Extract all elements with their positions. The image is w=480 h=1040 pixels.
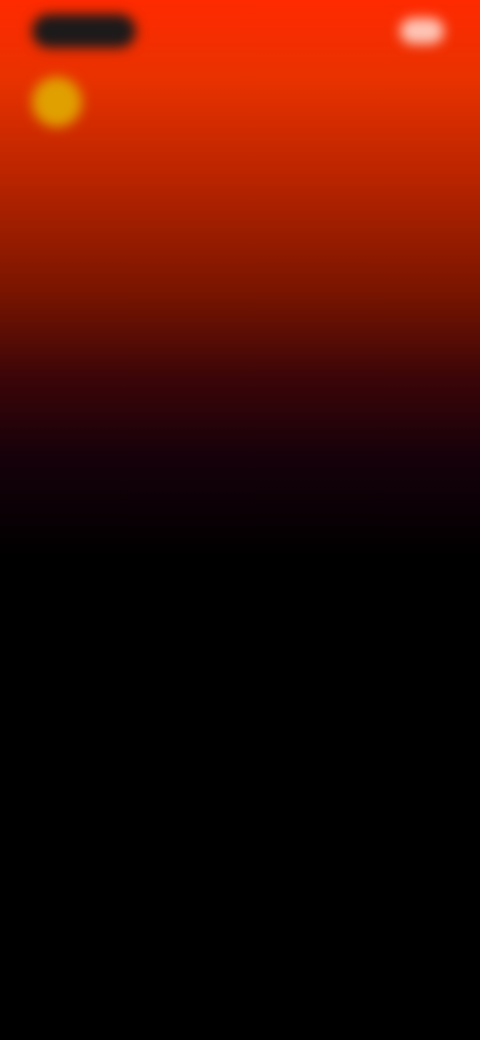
avatar <box>32 77 82 127</box>
hero-section <box>60 448 420 492</box>
top-right-button[interactable] <box>400 18 444 44</box>
top-bar <box>0 0 480 64</box>
blurred-content <box>0 0 480 1040</box>
top-right-controls <box>390 18 444 44</box>
promo-banner[interactable] <box>32 70 436 134</box>
app-screen <box>0 0 480 1040</box>
logo-pill[interactable] <box>32 14 136 48</box>
